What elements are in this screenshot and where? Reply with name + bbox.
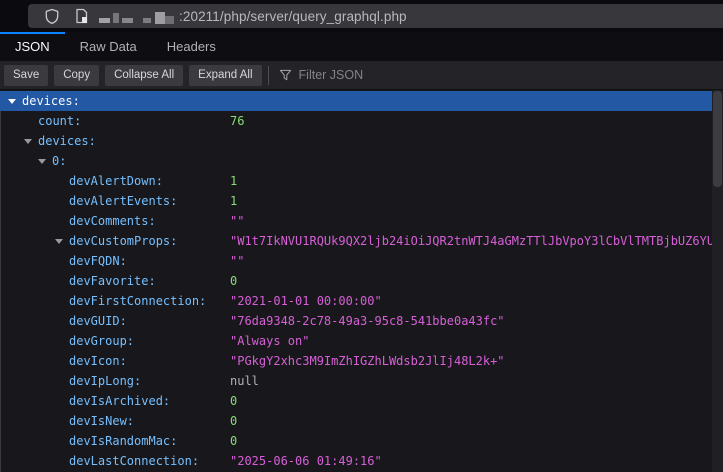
- tab-json-label: JSON: [15, 39, 50, 54]
- expand-collapse-twisty-icon[interactable]: [55, 239, 63, 244]
- json-value: 0: [230, 434, 237, 448]
- json-key: devIcon:: [69, 354, 127, 368]
- json-row-devLastConnection[interactable]: devLastConnection: "2025-06-06 01:49:16": [0, 451, 712, 471]
- page-document-icon[interactable]: [74, 8, 89, 24]
- json-key: devices:: [38, 134, 96, 148]
- expand-collapse-twisty-icon[interactable]: [38, 159, 46, 164]
- json-viewer-tabbar: JSON Raw Data Headers: [0, 32, 723, 61]
- filter-json-input[interactable]: Filter JSON: [277, 68, 723, 82]
- funnel-filter-icon: [279, 69, 292, 82]
- scrollbar-thumb[interactable]: [713, 91, 722, 187]
- save-button[interactable]: Save: [4, 65, 48, 86]
- json-key: devIsRandomMac:: [69, 434, 177, 448]
- json-row-devIsNew[interactable]: devIsNew: 0: [0, 411, 712, 431]
- json-tree-panel: devices: count: 76 devices: 0:devAlertDown: 1…: [0, 90, 723, 472]
- tab-json[interactable]: JSON: [0, 32, 65, 61]
- json-key: devAlertEvents:: [69, 194, 177, 208]
- json-value: 0: [230, 414, 237, 428]
- json-key: devIsArchived:: [69, 394, 170, 408]
- json-row-devIsRandomMac[interactable]: devIsRandomMac: 0: [0, 431, 712, 451]
- json-key: devLastConnection:: [69, 454, 199, 468]
- json-value: "2025-06-06 01:49:16": [230, 454, 382, 468]
- json-value: 76: [230, 114, 244, 128]
- panel-left-edge: [0, 111, 1, 472]
- json-row-devIcon[interactable]: devIcon: "PGkgY2xhc3M9ImZhIGZhLWdsb2JlIj4…: [0, 351, 712, 371]
- browser-toolbar: :20211/php/server/query_graphql.php: [0, 0, 723, 32]
- json-value: null: [230, 374, 259, 388]
- collapse-all-button[interactable]: Collapse All: [105, 65, 183, 86]
- vertical-scrollbar[interactable]: [712, 90, 723, 472]
- json-value: "2021-01-01 00:00:00": [230, 294, 382, 308]
- json-value: "W1t7IkNVU1RQUk9QX2ljb24iOiJQR2tnWTJ4aGM…: [230, 234, 723, 248]
- json-key: devGUID:: [69, 314, 127, 328]
- json-value: "PGkgY2xhc3M9ImZhIGZhLWdsb2JlIj48L2k+": [230, 354, 505, 368]
- json-row-devices[interactable]: devices:: [0, 131, 712, 151]
- json-key: devIpLong:: [69, 374, 141, 388]
- json-key: devCustomProps:: [69, 234, 177, 248]
- json-key: devGroup:: [69, 334, 134, 348]
- expand-all-button[interactable]: Expand All: [189, 65, 261, 86]
- json-key: devAlertDown:: [69, 174, 163, 188]
- json-value: 0: [230, 274, 237, 288]
- toolbar-separator: [268, 66, 269, 85]
- expand-collapse-twisty-icon[interactable]: [8, 99, 16, 104]
- json-key: count:: [38, 114, 81, 128]
- json-value: "": [230, 214, 244, 228]
- copy-button[interactable]: Copy: [54, 65, 99, 86]
- json-row-devIpLong[interactable]: devIpLong: null: [0, 371, 712, 391]
- tab-raw-data-label: Raw Data: [80, 39, 137, 54]
- expand-collapse-twisty-icon[interactable]: [24, 139, 32, 144]
- browser-window: :20211/php/server/query_graphql.php JSON…: [0, 0, 723, 472]
- json-row-devAlertEvents[interactable]: devAlertEvents: 1: [0, 191, 712, 211]
- json-key: devFavorite:: [69, 274, 156, 288]
- tracking-protection-shield-icon[interactable]: [44, 8, 60, 25]
- tab-headers-label: Headers: [167, 39, 216, 54]
- json-row-devFavorite[interactable]: devFavorite: 0: [0, 271, 712, 291]
- json-key: 0:: [52, 154, 66, 168]
- json-row-0[interactable]: 0:: [0, 151, 712, 171]
- tab-raw-data[interactable]: Raw Data: [65, 32, 152, 61]
- json-row-devices[interactable]: devices:: [0, 91, 712, 111]
- active-tab-indicator: [0, 32, 65, 34]
- json-key: devFQDN:: [69, 254, 127, 268]
- json-value: 1: [230, 194, 237, 208]
- url-bar[interactable]: :20211/php/server/query_graphql.php: [28, 4, 723, 28]
- json-key: devices:: [22, 94, 80, 108]
- json-row-devIsArchived[interactable]: devIsArchived: 0: [0, 391, 712, 411]
- json-value: "Always on": [230, 334, 309, 348]
- url-text: :20211/php/server/query_graphql.php: [179, 9, 407, 24]
- json-row-devComments[interactable]: devComments: "": [0, 211, 712, 231]
- redacted-host-pixelation: [99, 8, 177, 24]
- json-row-devFQDN[interactable]: devFQDN: "": [0, 251, 712, 271]
- tab-headers[interactable]: Headers: [152, 32, 231, 61]
- json-value: 0: [230, 394, 237, 408]
- json-value: "": [230, 254, 244, 268]
- json-row-devCustomProps[interactable]: devCustomProps:"W1t7IkNVU1RQUk9QX2ljb24i…: [0, 231, 712, 251]
- json-viewer-toolbar: Save Copy Collapse All Expand All Filter…: [0, 61, 723, 90]
- json-key: devComments:: [69, 214, 156, 228]
- json-row-devAlertDown[interactable]: devAlertDown: 1: [0, 171, 712, 191]
- json-row-devGUID[interactable]: devGUID: "76da9348-2c78-49a3-95c8-541bbe0…: [0, 311, 712, 331]
- json-row-devFirstConnection[interactable]: devFirstConnection: "2021-01-01 00:00:00": [0, 291, 712, 311]
- filter-json-placeholder: Filter JSON: [299, 68, 364, 82]
- json-key: devFirstConnection:: [69, 294, 206, 308]
- json-row-devGroup[interactable]: devGroup: "Always on": [0, 331, 712, 351]
- json-row-count[interactable]: count: 76: [0, 111, 712, 131]
- json-value: "76da9348-2c78-49a3-95c8-541bbe0a43fc": [230, 314, 505, 328]
- json-key: devIsNew:: [69, 414, 134, 428]
- json-value: 1: [230, 174, 237, 188]
